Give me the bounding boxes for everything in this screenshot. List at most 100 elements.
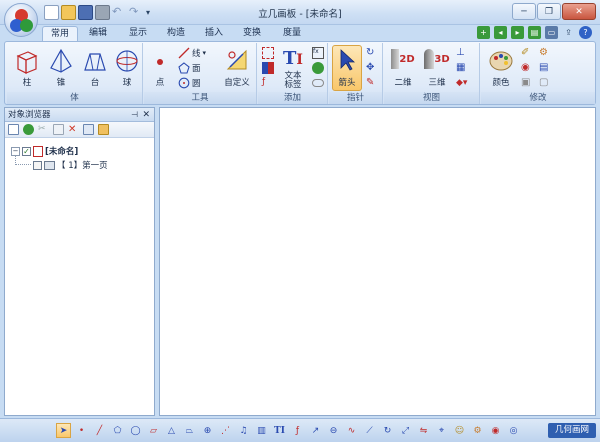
expand-all-icon[interactable] — [8, 124, 19, 135]
bottom-curve-icon[interactable]: ∿ — [344, 423, 359, 438]
bottom-vector-icon[interactable]: ↗ — [308, 423, 323, 438]
tab-edit[interactable]: 编辑 — [82, 26, 114, 41]
custom-tool-button[interactable]: 自定义 — [220, 46, 254, 90]
arrow-pointer-icon — [340, 49, 356, 71]
object-tree: − ✓ [未命名] 【 1】第一页 — [11, 144, 108, 172]
view-3d-button[interactable]: 3D 三维 — [422, 46, 452, 90]
minimize-button[interactable]: ─ — [512, 3, 536, 20]
bottom-face-icon[interactable]: ☺ — [452, 423, 467, 438]
window-controls: ─ ❐ ✕ — [512, 3, 596, 20]
page-checkbox[interactable] — [33, 160, 42, 170]
bottom-line-icon[interactable]: ╱ — [92, 423, 107, 438]
view-small-2[interactable]: ▦ — [456, 61, 465, 74]
restore-button[interactable]: ❐ — [537, 3, 561, 20]
axis-view-icon: ⊥ — [456, 47, 465, 58]
bottom-table-icon[interactable]: ▥ — [254, 423, 269, 438]
point-button[interactable]: 点 — [148, 46, 172, 90]
modify-small-2[interactable]: ◉ — [521, 61, 530, 74]
add-small-1[interactable] — [262, 46, 274, 59]
bottom-rotate-icon[interactable]: ↻ — [380, 423, 395, 438]
group-tools: 点 线 ▾ 面 圆 自定义 工具 — [144, 43, 257, 104]
bottom-pyramid-icon[interactable]: △ — [164, 423, 179, 438]
properties-panel-icon[interactable] — [83, 124, 94, 135]
bottom-dotted-icon[interactable]: ⋰ — [218, 423, 233, 438]
window-layout-icon[interactable]: ▭ — [545, 26, 558, 39]
pin-icon[interactable]: ⊣ — [131, 108, 138, 122]
group-pointer-label: 指针 — [329, 92, 382, 104]
bottom-segment-icon[interactable]: ⟋ — [362, 423, 377, 438]
tree-page-item[interactable]: 【 1】第一页 — [11, 155, 108, 172]
copy-icon[interactable] — [53, 124, 64, 135]
bottom-music-icon[interactable]: ♫ — [236, 423, 251, 438]
frustum-button[interactable]: 台 — [79, 46, 111, 90]
pointer-small-1[interactable]: ↻ — [366, 46, 374, 59]
pointer-small-2[interactable]: ✥ — [366, 61, 374, 74]
tab-transform[interactable]: 变换 — [236, 26, 268, 41]
arrow-pointer-button[interactable]: 箭头 — [332, 45, 362, 91]
options-icon[interactable]: ⇪ — [562, 26, 575, 39]
bottom-measure-icon[interactable]: ⌖ — [434, 423, 449, 438]
application-menu-button[interactable] — [4, 3, 38, 37]
bottom-frustum-icon[interactable]: ⏢ — [182, 423, 197, 438]
refresh-icon[interactable] — [23, 124, 34, 135]
modify-small-5[interactable]: ▤ — [539, 61, 548, 74]
tab-common[interactable]: 常用 — [42, 26, 78, 41]
text-label-button[interactable]: TI 文本 标签 — [278, 46, 308, 90]
close-button[interactable]: ✕ — [562, 3, 596, 20]
add-small-4[interactable]: fx — [312, 46, 324, 59]
line-button[interactable]: 线 ▾ — [178, 46, 206, 59]
color-button[interactable]: 颜色 — [485, 46, 517, 90]
add-page-icon[interactable]: + — [477, 26, 490, 39]
bottom-prism-icon[interactable]: ▱ — [146, 423, 161, 438]
bottom-sphere-icon[interactable]: ⊕ — [200, 423, 215, 438]
add-small-6[interactable] — [312, 76, 324, 89]
tab-insert[interactable]: 插入 — [198, 26, 230, 41]
page-view-icon[interactable]: ▤ — [528, 26, 541, 39]
add-small-5[interactable] — [312, 61, 324, 74]
site-link-button[interactable]: 几何画网 — [548, 423, 596, 438]
next-page-icon[interactable]: ▸ — [511, 26, 524, 39]
modify-small-6[interactable]: ▢ — [539, 76, 548, 89]
bottom-text-icon[interactable]: TI — [272, 423, 287, 438]
bottom-color-icon[interactable]: ◉ — [488, 423, 503, 438]
view-small-3[interactable]: ◆▾ — [456, 76, 467, 89]
bottom-circle-icon[interactable]: ◯ — [128, 423, 143, 438]
modify-small-1[interactable]: ✐ — [521, 46, 529, 59]
bottom-arrow-icon[interactable]: ➤ — [56, 423, 71, 438]
add-small-3[interactable]: ƒ — [262, 76, 274, 89]
text-icon: TI — [283, 48, 303, 69]
bottom-ellipse-icon[interactable]: ⊖ — [326, 423, 341, 438]
view-2d-button[interactable]: 2D 二维 — [388, 46, 418, 90]
bottom-reflect-icon[interactable]: ⇋ — [416, 423, 431, 438]
bottom-point-icon[interactable]: • — [74, 423, 89, 438]
bottom-toolbar: ➤ • ╱ ⬠ ◯ ▱ △ ⏢ ⊕ ⋰ ♫ ▥ TI ƒ ↗ ⊖ ∿ ⟋ ↻ ⤢… — [0, 418, 600, 442]
tab-display[interactable]: 显示 — [122, 26, 154, 41]
drawing-canvas[interactable] — [159, 107, 596, 416]
help-icon[interactable]: ? — [579, 26, 592, 39]
view-small-1[interactable]: ⊥ — [456, 46, 465, 59]
tab-construct[interactable]: 构造 — [160, 26, 192, 41]
pyramid-icon — [50, 48, 72, 73]
line-dropdown-icon[interactable]: ▾ — [203, 49, 207, 57]
face-button[interactable]: 面 — [178, 61, 201, 74]
bottom-scale-icon[interactable]: ⤢ — [398, 423, 413, 438]
delete-icon[interactable]: ✕ — [68, 124, 79, 135]
prism-button[interactable]: 柱 — [11, 46, 43, 90]
bottom-function-icon[interactable]: ƒ — [290, 423, 305, 438]
panel-close-icon[interactable]: ✕ — [142, 108, 150, 122]
bottom-polygon-icon[interactable]: ⬠ — [110, 423, 125, 438]
settings-panel-icon[interactable] — [98, 124, 109, 135]
modify-small-3[interactable]: ▣ — [521, 76, 530, 89]
prev-page-icon[interactable]: ◂ — [494, 26, 507, 39]
tab-measure[interactable]: 度量 — [276, 26, 308, 41]
modify-small-4[interactable]: ⚙ — [539, 46, 548, 59]
bottom-settings-icon[interactable]: ⚙ — [470, 423, 485, 438]
bottom-app-icon[interactable]: ◎ — [506, 423, 521, 438]
pointer-small-3[interactable]: ✎ — [366, 76, 374, 89]
pyramid-button[interactable]: 锥 — [45, 46, 77, 90]
sphere-button[interactable]: 球 — [111, 46, 143, 90]
cut-icon[interactable]: ✂ — [38, 124, 49, 135]
delete-style-icon: ▢ — [539, 77, 549, 88]
circle-button[interactable]: 圆 — [178, 76, 201, 89]
add-small-2[interactable] — [262, 61, 274, 74]
